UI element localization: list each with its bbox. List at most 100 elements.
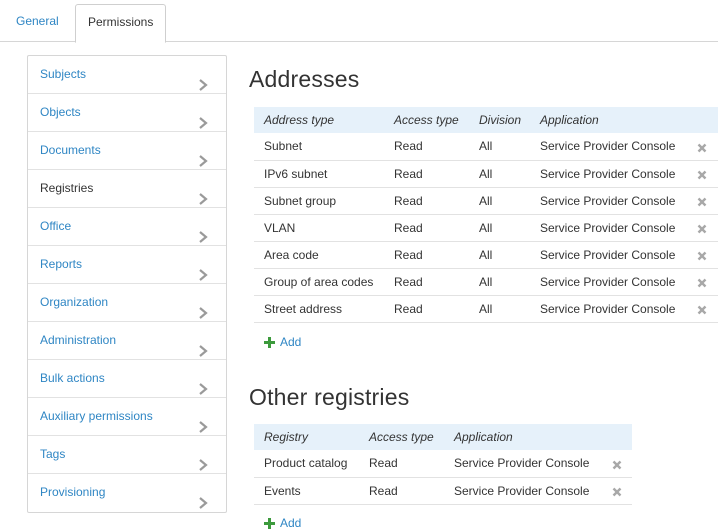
tab-bar: General Permissions [0,0,718,43]
delete-icon[interactable] [697,250,707,261]
addresses-table: Address type Access type Division Applicati… [254,107,718,323]
column-header: Access type [384,107,469,133]
sidebar-item-registries[interactable]: Registries [28,170,226,208]
sidebar-item-office[interactable]: Office [28,208,226,246]
sidebar-item-documents[interactable]: Documents [28,132,226,170]
delete-cell [686,133,718,161]
delete-cell [602,450,632,478]
sidebar-item-label: Provisioning [40,485,106,499]
sidebar-item-label: Auxiliary permissions [40,409,153,423]
chevron-right-icon [198,221,208,243]
sidebar-item-subjects[interactable]: Subjects [28,56,226,94]
table-cell: Read [384,160,469,188]
sidebar-item-label: Office [40,219,72,233]
delete-icon[interactable] [697,169,707,180]
table-row: Group of area codes Read All Service Provid… [254,268,718,296]
table-row: Product catalog Read Service Provider Cons… [254,450,632,478]
chevron-right-icon [198,183,208,205]
column-header-actions [686,107,718,133]
chevron-right-icon [198,69,208,91]
table-row: IPv6 subnet Read All Service Provider Conso… [254,160,718,188]
table-row: VLAN Read All Service Provider Console [254,214,718,242]
chevron-right-icon [198,487,208,509]
table-cell: Subnet [254,133,384,161]
sidebar-item-organization[interactable]: Organization [28,284,226,322]
delete-icon[interactable] [697,304,707,315]
column-header-actions [602,424,632,450]
table-cell: Service Provider Console [530,214,686,242]
table-cell: All [469,268,530,296]
column-header: Application [444,424,602,450]
sidebar-item-label: Organization [40,295,109,309]
table-cell: Product catalog [254,450,359,478]
table-cell: Read [359,477,444,505]
table-cell: Events [254,477,359,505]
table-cell: Read [359,450,444,478]
sidebar-item-label: Administration [40,333,117,347]
delete-cell [686,295,718,323]
add-address-link[interactable]: Add [264,335,301,349]
delete-cell [686,214,718,242]
delete-icon[interactable] [612,459,622,470]
sidebar-item-label: Objects [40,105,81,119]
table-cell: All [469,295,530,323]
add-label: Add [280,335,302,349]
table-cell: Area code [254,241,384,269]
sidebar-item-label: Documents [40,143,101,157]
tab-permissions[interactable]: Permissions [75,4,167,43]
delete-icon[interactable] [697,196,707,207]
delete-cell [686,268,718,296]
sidebar-item-label: Subjects [40,67,87,81]
table-cell: Service Provider Console [530,187,686,215]
table-row: Subnet group Read All Service Provider Cons… [254,187,718,215]
column-header: Division [469,107,530,133]
sidebar-item-provisioning[interactable]: Provisioning [28,474,226,512]
chevron-right-icon [198,145,208,167]
sidebar-item-objects[interactable]: Objects [28,94,226,132]
other-registries-title: Other registries [249,384,410,410]
table-cell: Service Provider Console [530,160,686,188]
table-cell: All [469,187,530,215]
table-row: Subnet Read All Service Provider Console [254,133,718,161]
sidebar-item-administration[interactable]: Administration [28,322,226,360]
chevron-right-icon [198,259,208,281]
delete-icon[interactable] [697,142,707,153]
column-header: Address type [254,107,384,133]
table-cell: All [469,133,530,161]
delete-cell [686,187,718,215]
chevron-right-icon [198,449,208,471]
sidebar-item-auxiliary-permissions[interactable]: Auxiliary permissions [28,398,226,436]
table-cell: Service Provider Console [530,133,686,161]
table-cell: All [469,214,530,242]
table-cell: Service Provider Console [444,450,602,478]
chevron-right-icon [198,297,208,319]
chevron-right-icon [198,411,208,433]
plus-icon [264,336,275,348]
delete-icon[interactable] [697,223,707,234]
column-header: Access type [359,424,444,450]
sidebar-item-reports[interactable]: Reports [28,246,226,284]
plus-icon [264,517,275,529]
sidebar-item-tags[interactable]: Tags [28,436,226,474]
table-cell: Street address [254,295,384,323]
delete-icon[interactable] [612,486,622,497]
add-label: Add [280,516,302,530]
tab-general[interactable]: General [4,4,71,42]
other-registries-table: Registry Access type Application Product c… [254,424,632,505]
delete-cell [686,160,718,188]
table-cell: Read [384,187,469,215]
table-cell: Service Provider Console [530,295,686,323]
table-cell: Read [384,133,469,161]
table-cell: Service Provider Console [530,268,686,296]
table-cell: Group of area codes [254,268,384,296]
table-cell: Service Provider Console [444,477,602,505]
column-header: Registry [254,424,359,450]
delete-cell [602,477,632,505]
delete-icon[interactable] [697,277,707,288]
table-row: Events Read Service Provider Console [254,477,632,505]
sidebar-item-bulk-actions[interactable]: Bulk actions [28,360,226,398]
table-cell: IPv6 subnet [254,160,384,188]
table-row: Street address Read All Service Provider Co… [254,295,718,323]
add-registry-link[interactable]: Add [264,516,301,530]
chevron-right-icon [198,335,208,357]
